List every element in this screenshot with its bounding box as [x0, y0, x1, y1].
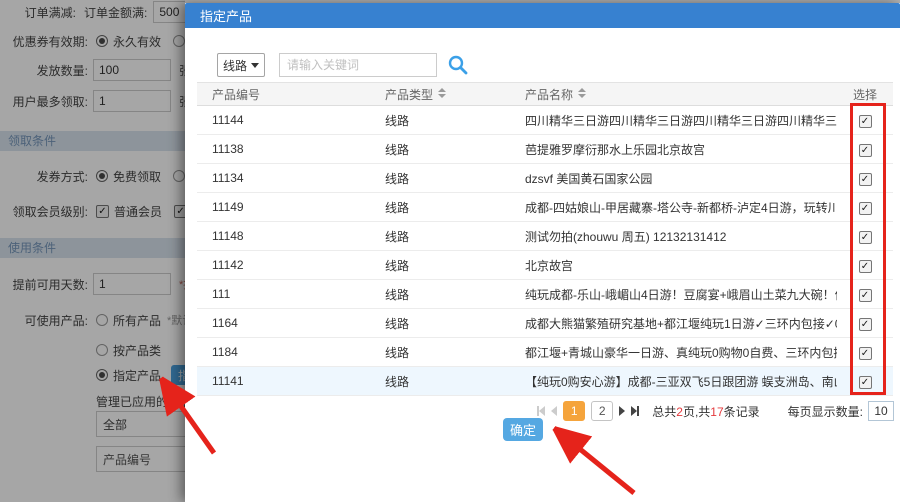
product-code-cell: 1184 — [197, 338, 370, 367]
next-page-icon[interactable] — [619, 406, 625, 416]
product-type-cell: 线路 — [370, 338, 510, 367]
prev-page-icon[interactable] — [551, 406, 557, 416]
product-name-cell: dzsvf 美国黄石国家公园 — [510, 164, 837, 193]
product-select-cell — [837, 164, 893, 193]
product-name-cell: 芭提雅罗摩衍那水上乐园北京故宫 — [510, 135, 837, 164]
product-name-cell: 四川精华三日游四川精华三日游四川精华三日游四川精华三日... — [510, 106, 837, 135]
product-select-cell — [837, 135, 893, 164]
table-row: 11138线路芭提雅罗摩衍那水上乐园北京故宫 — [197, 135, 893, 164]
search-icon[interactable] — [447, 54, 469, 76]
table-row: 11148线路测试勿拍(zhouwu 周五) 12132131412 — [197, 222, 893, 251]
page-size-input[interactable] — [868, 401, 894, 421]
table-row: 1164线路成都大熊猫繁殖研究基地+都江堰纯玩1日游✓三环内包接✓0自... — [197, 309, 893, 338]
product-type-cell: 线路 — [370, 309, 510, 338]
row-checkbox[interactable] — [859, 202, 872, 215]
row-checkbox[interactable] — [859, 115, 872, 128]
product-code-cell: 11148 — [197, 222, 370, 251]
product-select-cell — [837, 367, 893, 396]
product-code-cell: 111 — [197, 280, 370, 309]
specify-product-modal: 指定产品 线路 产品编号 产品类型 产品名称 选择 — [185, 3, 900, 502]
chevron-down-icon — [251, 63, 259, 68]
header-product-type[interactable]: 产品类型 — [370, 83, 510, 106]
header-product-name[interactable]: 产品名称 — [510, 83, 837, 106]
row-checkbox[interactable] — [859, 376, 872, 389]
product-type-cell: 线路 — [370, 222, 510, 251]
product-table-body: 11144线路四川精华三日游四川精华三日游四川精华三日游四川精华三日...111… — [197, 106, 893, 396]
record-summary: 总共2页,共17条记录 — [652, 403, 759, 420]
product-code-cell: 11142 — [197, 251, 370, 280]
product-code-cell: 11138 — [197, 135, 370, 164]
product-name-cell: 成都-四姑娘山-甲居藏寨-塔公寺-新都桥-泸定4日游，玩转川西... — [510, 193, 837, 222]
product-type-cell: 线路 — [370, 280, 510, 309]
header-product-code: 产品编号 — [197, 83, 370, 106]
filter-row: 线路 — [217, 53, 469, 77]
product-select-cell — [837, 106, 893, 135]
product-name-cell: 都江堰+青城山豪华一日游、真纯玩0购物0自费、三环内包接... — [510, 338, 837, 367]
product-name-cell: 成都大熊猫繁殖研究基地+都江堰纯玩1日游✓三环内包接✓0自... — [510, 309, 837, 338]
modal-title: 指定产品 — [200, 6, 252, 25]
row-checkbox[interactable] — [859, 173, 872, 186]
sort-icon[interactable] — [578, 88, 586, 98]
product-type-cell: 线路 — [370, 367, 510, 396]
table-row: 11134线路dzsvf 美国黄石国家公园 — [197, 164, 893, 193]
modal-header: 指定产品 — [185, 3, 900, 28]
product-code-cell: 1164 — [197, 309, 370, 338]
screen: 订单满减: 订单金额满: 优惠券有效期: 永久有效 区间 发放数量: 张 * 用… — [0, 0, 900, 502]
modal-backdrop-left — [0, 0, 185, 502]
product-code-cell: 11134 — [197, 164, 370, 193]
product-select-cell — [837, 193, 893, 222]
table-header-row: 产品编号 产品类型 产品名称 选择 — [197, 83, 893, 106]
product-type-cell: 线路 — [370, 135, 510, 164]
last-page-icon[interactable] — [631, 406, 639, 416]
product-type-cell: 线路 — [370, 106, 510, 135]
product-name-cell: 北京故宫 — [510, 251, 837, 280]
row-checkbox[interactable] — [859, 231, 872, 244]
header-select: 选择 — [837, 83, 893, 106]
page-2-button[interactable]: 2 — [591, 401, 613, 421]
product-name-cell: 测试勿拍(zhouwu 周五) 12132131412 — [510, 222, 837, 251]
table-row: 11141线路【纯玩0购安心游】成都-三亚双飞5日跟团游 蜈支洲岛、南山... — [197, 367, 893, 396]
row-checkbox[interactable] — [859, 347, 872, 360]
product-table: 产品编号 产品类型 产品名称 选择 11144线路四川精华三日游四川精华三日游四… — [197, 82, 893, 396]
header-product-name-label: 产品名称 — [525, 88, 573, 102]
table-row: 11144线路四川精华三日游四川精华三日游四川精华三日游四川精华三日... — [197, 106, 893, 135]
product-select-cell — [837, 338, 893, 367]
pagination: 1 2 总共2页,共17条记录 每页显示数量: — [534, 400, 894, 422]
row-checkbox[interactable] — [859, 318, 872, 331]
product-type-cell: 线路 — [370, 193, 510, 222]
confirm-button[interactable]: 确定 — [503, 418, 543, 441]
product-name-cell: 【纯玩0购安心游】成都-三亚双飞5日跟团游 蜈支洲岛、南山... — [510, 367, 837, 396]
product-select-cell — [837, 222, 893, 251]
product-code-cell: 11144 — [197, 106, 370, 135]
product-name-cell: 纯玩成都-乐山-峨嵋山4日游！豆腐宴+峨眉山土菜九大碗！优... — [510, 280, 837, 309]
header-product-type-label: 产品类型 — [385, 88, 433, 102]
first-page-icon[interactable] — [537, 406, 545, 416]
row-checkbox[interactable] — [859, 289, 872, 302]
product-type-select[interactable]: 线路 — [217, 53, 265, 77]
table-row: 11142线路北京故宫 — [197, 251, 893, 280]
table-row: 11149线路成都-四姑娘山-甲居藏寨-塔公寺-新都桥-泸定4日游，玩转川西..… — [197, 193, 893, 222]
sort-icon[interactable] — [438, 88, 446, 98]
table-row: 1184线路都江堰+青城山豪华一日游、真纯玩0购物0自费、三环内包接... — [197, 338, 893, 367]
product-select-cell — [837, 309, 893, 338]
product-select-cell — [837, 251, 893, 280]
keyword-input[interactable] — [279, 53, 437, 77]
row-checkbox[interactable] — [859, 260, 872, 273]
product-code-cell: 11141 — [197, 367, 370, 396]
product-select-cell — [837, 280, 893, 309]
page-size-label: 每页显示数量: — [788, 403, 863, 420]
table-row: 111线路纯玩成都-乐山-峨嵋山4日游！豆腐宴+峨眉山土菜九大碗！优... — [197, 280, 893, 309]
product-type-select-value: 线路 — [223, 57, 247, 74]
page-1-button[interactable]: 1 — [563, 401, 585, 421]
product-type-cell: 线路 — [370, 164, 510, 193]
row-checkbox[interactable] — [859, 144, 872, 157]
product-type-cell: 线路 — [370, 251, 510, 280]
product-code-cell: 11149 — [197, 193, 370, 222]
